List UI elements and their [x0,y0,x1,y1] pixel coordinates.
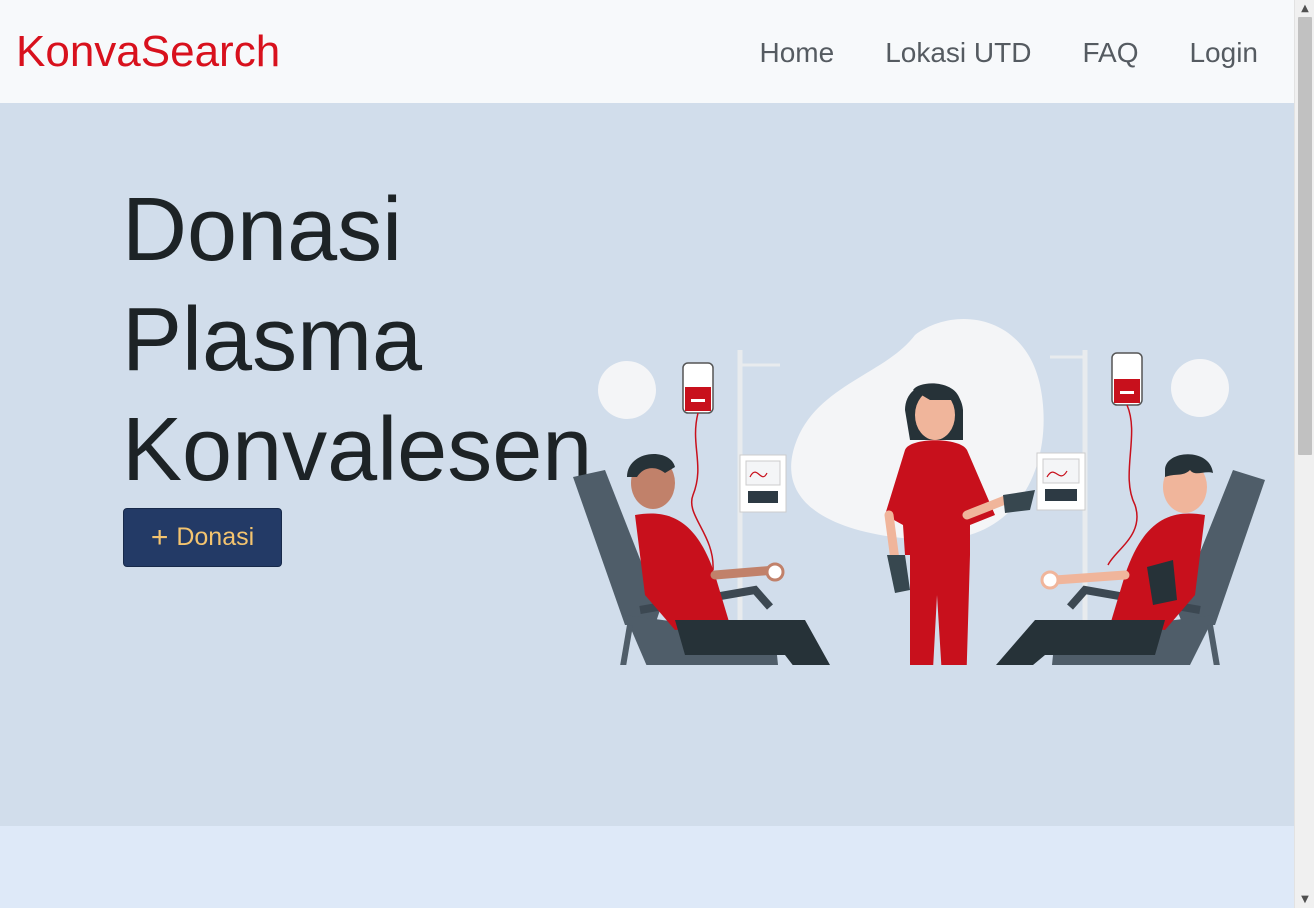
hero-title-line-1: Donasi [122,180,403,280]
navbar: KonvaSearch Home Lokasi UTD FAQ Login [0,0,1294,103]
decor-circle-right [1171,359,1229,417]
nav-links: Home Lokasi UTD FAQ Login [709,35,1259,71]
donasi-button[interactable]: + Donasi [123,508,282,567]
hero-title-line-3: Konvalesen [122,400,593,500]
scrollbar[interactable]: ▲ ▼ [1294,0,1314,908]
blood-donation-illustration [573,319,1265,665]
hero-title: Donasi Plasma Konvalesen [122,175,593,505]
hero-title-line-2: Plasma [122,290,423,390]
lower-section [0,826,1294,908]
decor-circle-left [598,361,656,419]
plus-icon: + [150,520,169,554]
scroll-thumb[interactable] [1298,17,1312,455]
scroll-up-arrow-icon[interactable]: ▲ [1295,0,1314,17]
brand-logo[interactable]: KonvaSearch [16,27,280,77]
nav-link-login[interactable]: Login [1189,35,1258,71]
scroll-down-arrow-icon[interactable]: ▼ [1295,891,1314,908]
nav-link-lokasi-utd[interactable]: Lokasi UTD [885,35,1031,71]
nav-link-faq[interactable]: FAQ [1082,35,1138,71]
donasi-button-label: Donasi [176,523,255,551]
nav-link-home[interactable]: Home [760,35,835,71]
